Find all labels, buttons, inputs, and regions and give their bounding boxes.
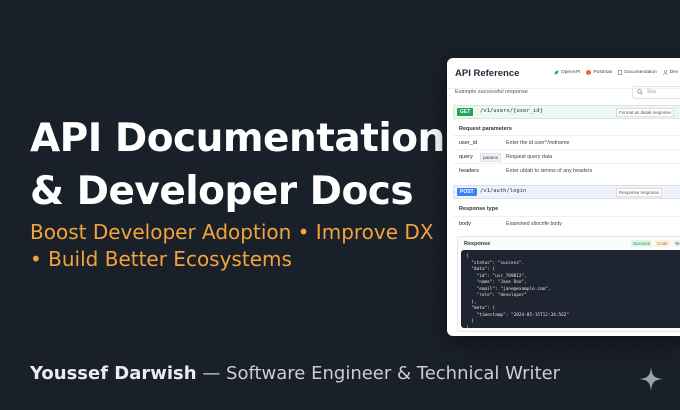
param-row: user_id Enter the id user^/mdname	[453, 135, 680, 150]
nav-dev-label: Dev	[669, 70, 679, 75]
openapi-leaf-icon	[554, 70, 559, 75]
panel-subtitle: Example successful response	[455, 89, 528, 95]
request-params-title: Request parameters	[459, 126, 512, 132]
param-desc: Enter the id user^/mdname	[506, 140, 570, 146]
api-reference-panel: API Reference OpenAPI Postman Documentat…	[447, 58, 680, 336]
param-row: query params Request query data	[453, 149, 680, 164]
param-name: user_id	[459, 140, 478, 146]
hero-title: API Documentation & Developer Docs	[30, 112, 445, 218]
author-name: Youssef Darwish	[30, 363, 197, 384]
post-endpoint-tag[interactable]: Response response	[616, 188, 663, 197]
nav-dev[interactable]: Dev	[662, 70, 679, 75]
user-icon	[662, 70, 668, 75]
post-endpoint[interactable]: POST /v1/auth/login Response response	[453, 185, 680, 199]
body-name: body	[459, 221, 471, 227]
response-code-block: { "status": "success", "data": { "id": "…	[461, 250, 680, 331]
postman-icon	[586, 70, 592, 75]
panel-nav: OpenAPI Postman Documentation Dev	[554, 70, 678, 75]
body-desc: Examined sliocrife body	[506, 221, 562, 227]
sparkle-icon	[639, 367, 663, 391]
panel-title: API Reference	[455, 68, 520, 79]
get-endpoint-path: /v1/users/{user_id}	[480, 108, 543, 114]
chip-success[interactable]: Success	[631, 240, 653, 247]
nav-postman[interactable]: Postman	[586, 70, 612, 75]
code-line: "timestamp": "2024-05-15T12:34:56Z"	[466, 312, 570, 318]
param-name: headers	[459, 168, 479, 174]
tagline-line2: • Build Better Ecosystems	[30, 247, 292, 271]
document-icon	[618, 70, 623, 75]
get-method-badge: GET	[457, 108, 474, 116]
param-desc: Request query data	[506, 154, 553, 160]
panel-header: API Reference OpenAPI Postman Documentat…	[447, 58, 680, 89]
nav-openapi-label: OpenAPI	[561, 70, 581, 75]
param-type-badge: params	[480, 153, 502, 162]
hero-title-line1: API Documentation	[30, 116, 445, 161]
chip-code[interactable]: Code	[655, 240, 670, 247]
param-desc: Enter ublab to simms of any headers	[506, 168, 593, 174]
body-row: body Examined sliocrife body	[453, 216, 680, 231]
nav-openapi[interactable]: OpenAPI	[554, 70, 580, 75]
chip-te[interactable]: Te	[672, 240, 680, 247]
tagline: Boost Developer Adoption • Improve DX • …	[30, 219, 434, 273]
nav-postman-label: Postman	[593, 70, 613, 75]
response-json: { "status": "success", "data": { "id": "…	[466, 254, 569, 332]
param-row: headers Enter ublab to simms of any head…	[453, 163, 680, 178]
search-placeholder: Sea	[647, 89, 656, 95]
get-endpoint-tag[interactable]: Format as detail response	[616, 108, 675, 117]
get-endpoint[interactable]: GET /v1/users/{user_id} Format as detail…	[453, 105, 680, 119]
response-type-title: Response type	[459, 206, 499, 212]
hero-title-line2: & Developer Docs	[30, 169, 414, 214]
post-method-badge: POST	[457, 188, 477, 196]
nav-documentation[interactable]: Documentation	[618, 70, 657, 75]
nav-documentation-label: Documentation	[624, 70, 657, 75]
param-name: query	[459, 154, 473, 160]
author-role: — Software Engineer & Technical Writer	[196, 363, 561, 384]
search-input[interactable]: Sea	[632, 86, 680, 99]
byline: Youssef Darwish — Software Engineer & Te…	[30, 363, 560, 384]
code-line: }	[466, 325, 469, 331]
response-label: Response	[464, 241, 491, 247]
search-icon	[637, 89, 643, 95]
post-endpoint-path: /v1/auth/login	[480, 188, 527, 194]
response-chips: Success Code Te	[631, 240, 680, 247]
tagline-line1: Boost Developer Adoption • Improve DX	[30, 220, 434, 244]
